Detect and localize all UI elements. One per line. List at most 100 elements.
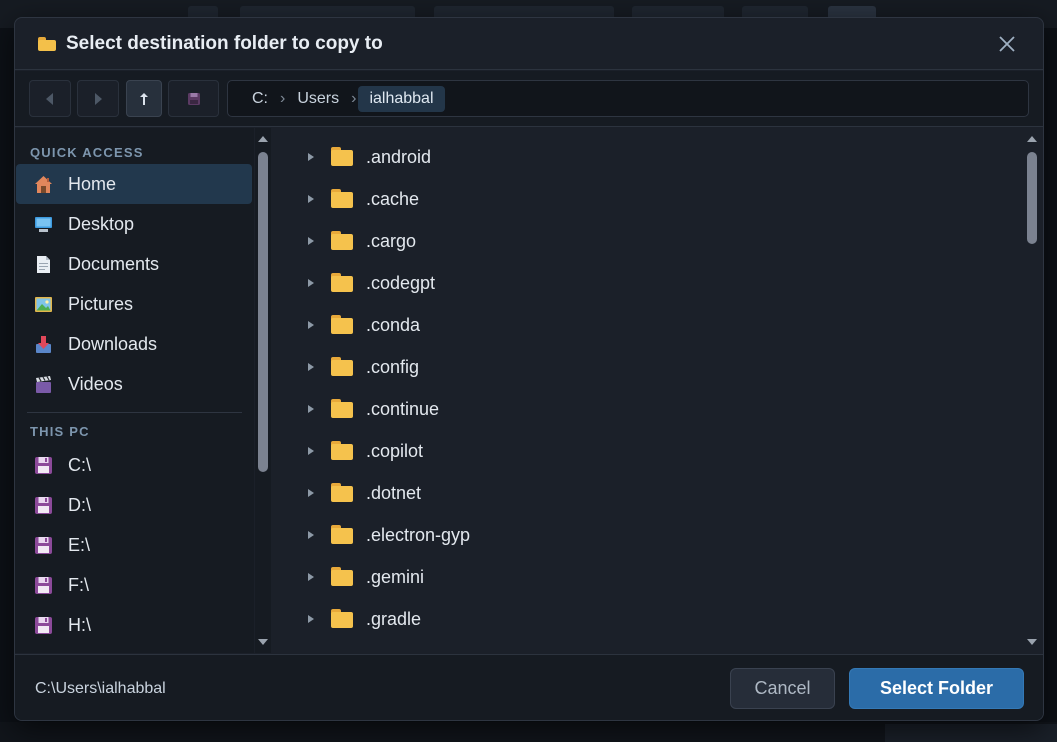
folder-icon	[331, 189, 353, 208]
folder-name: .copilot	[366, 440, 424, 461]
sidebar-item-label: Desktop	[68, 213, 135, 234]
folder-list: .android .cache .cargo .codegpt .conda .confi…	[273, 128, 1025, 653]
scroll-down-arrow-icon[interactable]	[1027, 637, 1037, 647]
cancel-button[interactable]: Cancel	[730, 668, 835, 709]
folder-list-scrollbar[interactable]	[1024, 128, 1040, 653]
selected-path: C:\Users\ialhabbal	[35, 680, 166, 697]
folder-icon	[38, 36, 56, 51]
expand-arrow-icon[interactable]	[307, 531, 315, 539]
folder-row[interactable]: .cargo	[273, 220, 1025, 262]
folder-icon	[331, 441, 353, 460]
expand-arrow-icon[interactable]	[307, 237, 315, 245]
folder-icon	[331, 231, 353, 250]
sidebar-item-drive-f[interactable]: F:\	[16, 565, 252, 605]
folder-name: .cache	[366, 188, 420, 209]
folder-name: .gemini	[366, 566, 425, 587]
folder-name: .codegpt	[366, 272, 436, 293]
folder-row[interactable]: .codegpt	[273, 262, 1025, 304]
expand-arrow-icon[interactable]	[307, 363, 315, 371]
folder-row[interactable]: .copilot	[273, 430, 1025, 472]
floppy-drive-icon	[33, 575, 54, 596]
forward-button[interactable]	[77, 80, 119, 117]
home-icon	[33, 174, 54, 195]
scroll-up-arrow-icon[interactable]	[1027, 134, 1037, 144]
folder-row[interactable]: .dotnet	[273, 472, 1025, 514]
picture-icon	[33, 294, 54, 315]
expand-arrow-icon[interactable]	[307, 489, 315, 497]
sidebar-item-drive-c[interactable]: C:\	[16, 445, 252, 485]
expand-arrow-icon[interactable]	[307, 573, 315, 581]
sidebar-divider	[27, 412, 242, 413]
folder-row[interactable]: .continue	[273, 388, 1025, 430]
folder-icon	[331, 357, 353, 376]
folder-name: .android	[366, 146, 432, 167]
breadcrumb-item-users[interactable]: Users	[291, 86, 345, 112]
sidebar-item-label: Videos	[68, 373, 123, 394]
folder-row[interactable]: .cache	[273, 178, 1025, 220]
sidebar-scrollbar-thumb[interactable]	[258, 152, 268, 472]
breadcrumb-separator: ›	[351, 89, 357, 107]
folder-row[interactable]: .conda	[273, 304, 1025, 346]
select-folder-button[interactable]: Select Folder	[849, 668, 1024, 709]
folder-row[interactable]: .gradle	[273, 598, 1025, 640]
sidebar-item-label: Home	[68, 173, 117, 194]
folder-name: .conda	[366, 314, 421, 335]
folder-icon	[331, 273, 353, 292]
close-icon	[999, 36, 1015, 52]
sidebar: QUICK ACCESS Home Desktop Documents Pict…	[15, 128, 254, 653]
sidebar-item-drive-h[interactable]: H:\	[16, 605, 252, 645]
folder-icon	[331, 483, 353, 502]
sidebar-item-label: Pictures	[68, 293, 134, 314]
breadcrumb: C: › Users › ialhabbal	[227, 80, 1029, 117]
sidebar-item-drive-d[interactable]: D:\	[16, 485, 252, 525]
sidebar-item-downloads[interactable]: Downloads	[16, 324, 252, 364]
scroll-down-arrow-icon[interactable]	[258, 637, 268, 647]
folder-row[interactable]: .electron-gyp	[273, 514, 1025, 556]
folder-row[interactable]: .gemini	[273, 556, 1025, 598]
floppy-drive-icon	[33, 535, 54, 556]
sidebar-item-label: C:\	[68, 454, 92, 475]
sidebar-item-videos[interactable]: Videos	[16, 364, 252, 404]
breadcrumb-item-current[interactable]: ialhabbal	[358, 85, 445, 112]
floppy-drive-icon	[33, 615, 54, 636]
back-arrow-icon	[46, 92, 53, 105]
expand-arrow-icon[interactable]	[307, 153, 315, 161]
navigation-toolbar: C: › Users › ialhabbal	[15, 71, 1043, 127]
expand-arrow-icon[interactable]	[307, 279, 315, 287]
dialog-title: Select destination folder to copy to	[66, 32, 383, 54]
folder-row[interactable]: .android	[273, 136, 1025, 178]
expand-arrow-icon[interactable]	[307, 405, 315, 413]
background-app-panel	[885, 724, 1057, 742]
this-pc-heading: THIS PC	[30, 424, 90, 439]
expand-arrow-icon[interactable]	[307, 321, 315, 329]
folder-list-scrollbar-thumb[interactable]	[1027, 152, 1037, 244]
folder-name: .continue	[366, 398, 440, 419]
folder-icon	[331, 609, 353, 628]
folder-name: .dotnet	[366, 482, 422, 503]
sidebar-item-documents[interactable]: Documents	[16, 244, 252, 284]
folder-icon	[331, 147, 353, 166]
sidebar-item-home[interactable]: Home	[16, 164, 252, 204]
up-button[interactable]	[126, 80, 162, 117]
sidebar-item-desktop[interactable]: Desktop	[16, 204, 252, 244]
sidebar-item-label: Downloads	[68, 333, 158, 354]
scroll-up-arrow-icon[interactable]	[258, 134, 268, 144]
dialog-footer: C:\Users\ialhabbal Cancel Select Folder	[15, 654, 1043, 720]
close-button[interactable]	[993, 30, 1021, 58]
expand-arrow-icon[interactable]	[307, 195, 315, 203]
sidebar-item-drive-e[interactable]: E:\	[16, 525, 252, 565]
folder-icon	[331, 399, 353, 418]
sidebar-item-pictures[interactable]: Pictures	[16, 284, 252, 324]
document-icon	[33, 254, 54, 275]
expand-arrow-icon[interactable]	[307, 615, 315, 623]
expand-arrow-icon[interactable]	[307, 447, 315, 455]
floppy-drive-icon	[33, 495, 54, 516]
desktop-icon	[33, 214, 54, 235]
sidebar-item-label: D:\	[68, 494, 92, 515]
folder-row[interactable]: .config	[273, 346, 1025, 388]
drives-button[interactable]	[168, 80, 219, 117]
sidebar-scrollbar[interactable]	[255, 128, 271, 653]
folder-picker-dialog: Select destination folder to copy to C: …	[14, 17, 1044, 721]
breadcrumb-item-c[interactable]: C:	[246, 86, 274, 112]
back-button[interactable]	[29, 80, 71, 117]
